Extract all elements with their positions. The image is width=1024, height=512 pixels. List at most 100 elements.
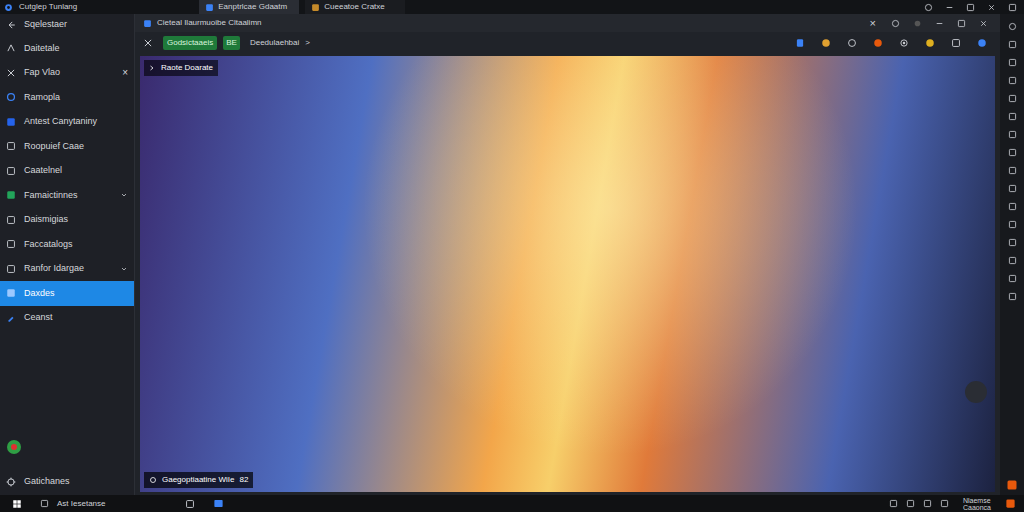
tray-icon[interactable] [906, 499, 915, 508]
rail-tool-icon[interactable] [1008, 220, 1017, 229]
windows-icon[interactable] [12, 499, 22, 509]
sidebar-item[interactable]: Ranfor Idargae [0, 257, 134, 282]
minimize-icon[interactable] [945, 3, 954, 12]
breadcrumb[interactable]: Deedulaehbai [250, 37, 299, 49]
spacer [0, 330, 134, 439]
help-icon[interactable] [977, 38, 987, 48]
document-icon [143, 19, 152, 28]
sidebar-item-label[interactable]: Faccatalogs [24, 238, 120, 252]
rail-tool-icon[interactable] [1008, 238, 1017, 247]
notifications-icon[interactable] [1005, 498, 1016, 509]
coin-icon[interactable] [925, 38, 935, 48]
rail-tool-icon[interactable] [1008, 22, 1017, 31]
globe-icon[interactable] [924, 3, 933, 12]
tag-badge: BE [223, 36, 240, 50]
breadcrumb-chevron[interactable]: > [305, 37, 310, 49]
task-view-icon[interactable] [185, 499, 195, 509]
grid-icon[interactable] [951, 38, 961, 48]
tools-icon[interactable] [143, 38, 153, 48]
sidebar-item-label[interactable]: Daxdes [24, 287, 120, 301]
item-trail [120, 191, 128, 199]
rail-tool-icon[interactable] [1008, 292, 1017, 301]
maximize-icon[interactable] [966, 3, 975, 12]
rail-tool-icon[interactable] [1008, 148, 1017, 157]
floating-button[interactable] [965, 381, 987, 403]
rail-tool-icon[interactable] [1008, 94, 1017, 103]
sidebar-item[interactable]: Ramopla [0, 85, 134, 110]
sidebar-item-label[interactable]: Roopuief Caae [24, 140, 120, 154]
tray-icon[interactable] [923, 499, 932, 508]
rail-tool-icon[interactable] [1008, 202, 1017, 211]
glow [140, 56, 995, 492]
document-header: Cieteal Ilaurmuoibe Cltaalimn× [135, 14, 1000, 32]
window-title: Cutglep Tunlang [19, 1, 77, 13]
rail-tool-icon[interactable] [1008, 40, 1017, 49]
search-icon[interactable] [40, 499, 49, 508]
badge-icon[interactable] [821, 38, 831, 48]
tab[interactable]: Cueeatoe Cratxe [305, 0, 405, 14]
tray-icon[interactable] [940, 499, 949, 508]
rail-tool-icon[interactable] [1008, 76, 1017, 85]
timer-icon[interactable] [847, 38, 857, 48]
sidebar-item-label[interactable]: Antest Canytaniny [24, 115, 120, 129]
maximize-icon[interactable] [957, 19, 966, 28]
rail-tool-icon[interactable] [1008, 112, 1017, 121]
sidebar-item-label[interactable]: Daitetale [24, 42, 120, 56]
tray-icon[interactable] [889, 499, 898, 508]
minimize-icon[interactable] [935, 19, 944, 28]
sidebar-item[interactable]: Antest Canytaniny [0, 110, 134, 135]
notification-icon[interactable] [1006, 479, 1018, 491]
overlay-label[interactable]: Raote Doarate [144, 60, 218, 76]
sidebar-item-label[interactable]: Daismigias [24, 213, 120, 227]
fire-icon[interactable] [873, 38, 883, 48]
close-button[interactable]: × [122, 65, 128, 80]
sidebar-item-label[interactable]: Ranfor Idargae [24, 262, 112, 276]
footer-label[interactable]: Gatichanes [24, 475, 70, 489]
sidebar-item-label[interactable]: Fap Vlao [24, 66, 114, 80]
item-icon [6, 166, 16, 176]
panel-icon[interactable] [1008, 3, 1017, 12]
explorer-icon[interactable] [213, 498, 224, 509]
rail-tool-icon[interactable] [1008, 274, 1017, 283]
sidebar-item[interactable]: Famaictinnes [0, 183, 134, 208]
rail-tool-icon[interactable] [1008, 256, 1017, 265]
item-trail: × [122, 65, 128, 80]
rail-tool-icon[interactable] [1008, 130, 1017, 139]
close-button[interactable]: × [864, 15, 882, 32]
back-label[interactable]: Sqelestaer [24, 18, 67, 32]
avatar-icon[interactable] [6, 439, 22, 455]
sidebar-item[interactable]: Daismigias [0, 208, 134, 233]
sidebar-item[interactable]: Faccatalogs [0, 232, 134, 257]
sidebar-item-label[interactable]: Ceanst [24, 311, 120, 325]
item-icon [6, 190, 16, 200]
taskbar-search[interactable]: Ast Iesetanse [57, 498, 177, 510]
rail-tool-icon[interactable] [1008, 184, 1017, 193]
sidebar-item-label[interactable]: Ramopla [24, 91, 120, 105]
item-icon [6, 239, 16, 249]
clock[interactable]: NlaemseCaaonca [963, 497, 991, 511]
sidebar-item[interactable]: Ceanst [0, 306, 134, 331]
sidebar-item[interactable]: Daxdes [0, 281, 134, 306]
sidebar-item[interactable]: Roopuief Caae [0, 134, 134, 159]
tab-label[interactable]: Cueeatoe Cratxe [324, 1, 384, 13]
chevron-icon[interactable] [120, 191, 128, 199]
phone-icon[interactable] [795, 38, 805, 48]
chevron-icon[interactable] [120, 265, 128, 273]
close-icon[interactable] [979, 19, 988, 28]
sidebar-item[interactable]: Caatelnel [0, 159, 134, 184]
back-row[interactable]: Sqelestaer [0, 14, 134, 36]
rail-tool-icon[interactable] [1008, 166, 1017, 175]
sidebar-item[interactable]: Fap Vlao × [0, 61, 134, 86]
sidebar-item[interactable]: Daitetale [0, 36, 134, 61]
rail-tool-icon[interactable] [1008, 58, 1017, 67]
sidebar-item-label[interactable]: Caatelnel [24, 164, 120, 178]
tab[interactable]: Eanptrlcae Gdaatm [199, 0, 299, 14]
sidebar: Sqelestaer Daitetale Fap Vlao ×Ramopla Antes… [0, 14, 135, 495]
record-icon[interactable] [913, 19, 922, 28]
target-icon[interactable] [899, 38, 909, 48]
settings-icon[interactable] [891, 19, 900, 28]
tab-label[interactable]: Eanptrlcae Gdaatm [218, 1, 287, 13]
sidebar-footer[interactable]: Gatichanes [0, 473, 134, 495]
sidebar-item-label[interactable]: Famaictinnes [24, 189, 112, 203]
close-icon[interactable] [987, 3, 996, 12]
